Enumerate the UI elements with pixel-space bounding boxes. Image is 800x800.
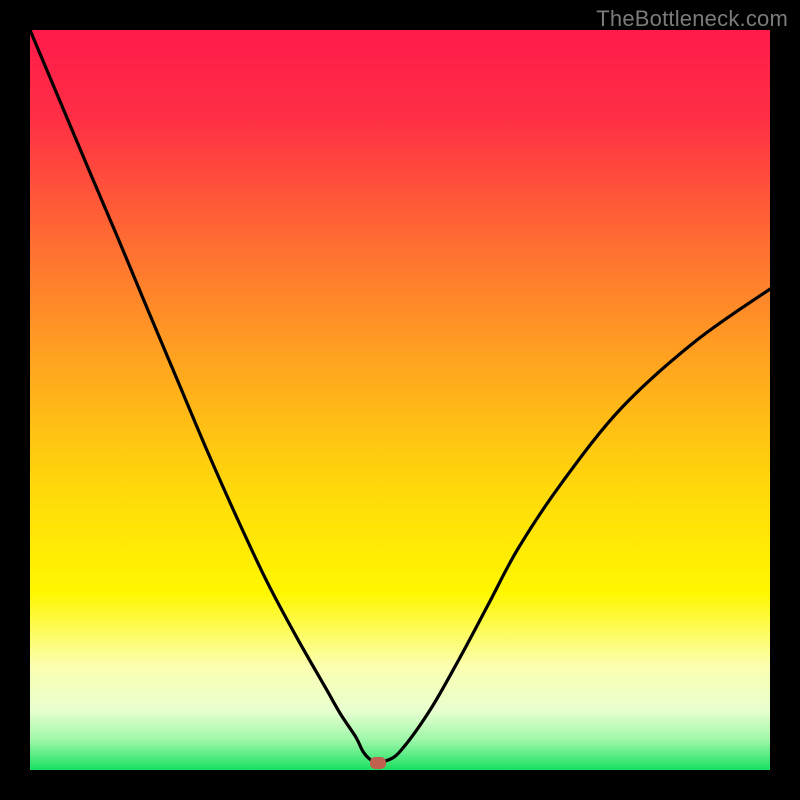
- optimal-point-marker: [370, 757, 386, 769]
- plot-area: [30, 30, 770, 770]
- chart-frame: TheBottleneck.com: [0, 0, 800, 800]
- watermark-text: TheBottleneck.com: [596, 6, 788, 32]
- bottleneck-curve: [30, 30, 770, 770]
